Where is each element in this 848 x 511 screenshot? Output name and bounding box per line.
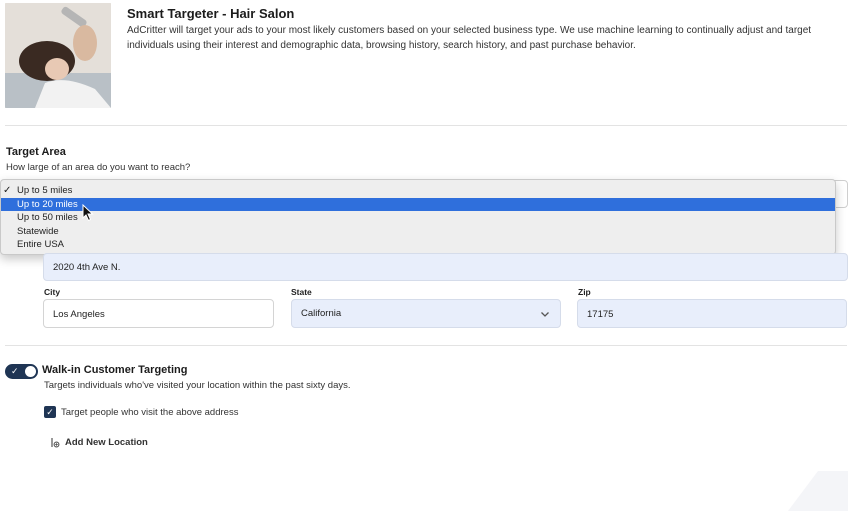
city-input[interactable]: Los Angeles (43, 299, 274, 328)
mouse-pointer-icon (82, 204, 94, 222)
walk-in-title: Walk-in Customer Targeting (42, 364, 188, 376)
chevron-down-icon (541, 312, 549, 317)
city-label: City (44, 287, 61, 297)
target-area-dropdown-menu[interactable]: ✓ Up to 5 miles Up to 20 miles Up to 50 … (0, 179, 836, 255)
divider (5, 345, 847, 346)
target-area-subtitle: How large of an area do you want to reac… (6, 162, 191, 173)
add-new-location-label: Add New Location (65, 437, 148, 448)
state-value: California (301, 308, 342, 319)
salon-photo (5, 3, 111, 108)
zip-label: Zip (578, 287, 591, 297)
page-description: AdCritter will target your ads to your m… (127, 25, 812, 51)
checkmark-icon: ✓ (3, 185, 12, 196)
option-up-to-50-miles[interactable]: Up to 50 miles (1, 211, 835, 225)
street-address-input[interactable]: 2020 4th Ave N. (43, 253, 848, 281)
target-visitors-checkbox[interactable]: ✓ (44, 406, 56, 418)
checkmark-icon: ✓ (11, 366, 19, 376)
location-pin-icon (51, 438, 60, 448)
state-select[interactable]: California (291, 299, 561, 328)
walk-in-toggle[interactable]: ✓ (5, 364, 38, 379)
toggle-knob (25, 366, 36, 377)
option-entire-usa[interactable]: Entire USA (1, 238, 835, 252)
background-decoration (788, 471, 848, 511)
option-statewide[interactable]: Statewide (1, 225, 835, 239)
state-label: State (291, 287, 312, 297)
option-up-to-20-miles[interactable]: Up to 20 miles (1, 197, 835, 211)
walk-in-subtitle: Targets individuals who've visited your … (44, 380, 351, 391)
zip-input[interactable]: 17175 (577, 299, 847, 328)
target-visitors-label: Target people who visit the above addres… (61, 407, 239, 418)
divider (5, 125, 847, 126)
page-title: Smart Targeter - Hair Salon (127, 6, 295, 21)
add-new-location-button[interactable]: Add New Location (50, 437, 148, 448)
option-up-to-5-miles[interactable]: ✓ Up to 5 miles (1, 184, 835, 198)
target-area-title: Target Area (6, 146, 66, 158)
